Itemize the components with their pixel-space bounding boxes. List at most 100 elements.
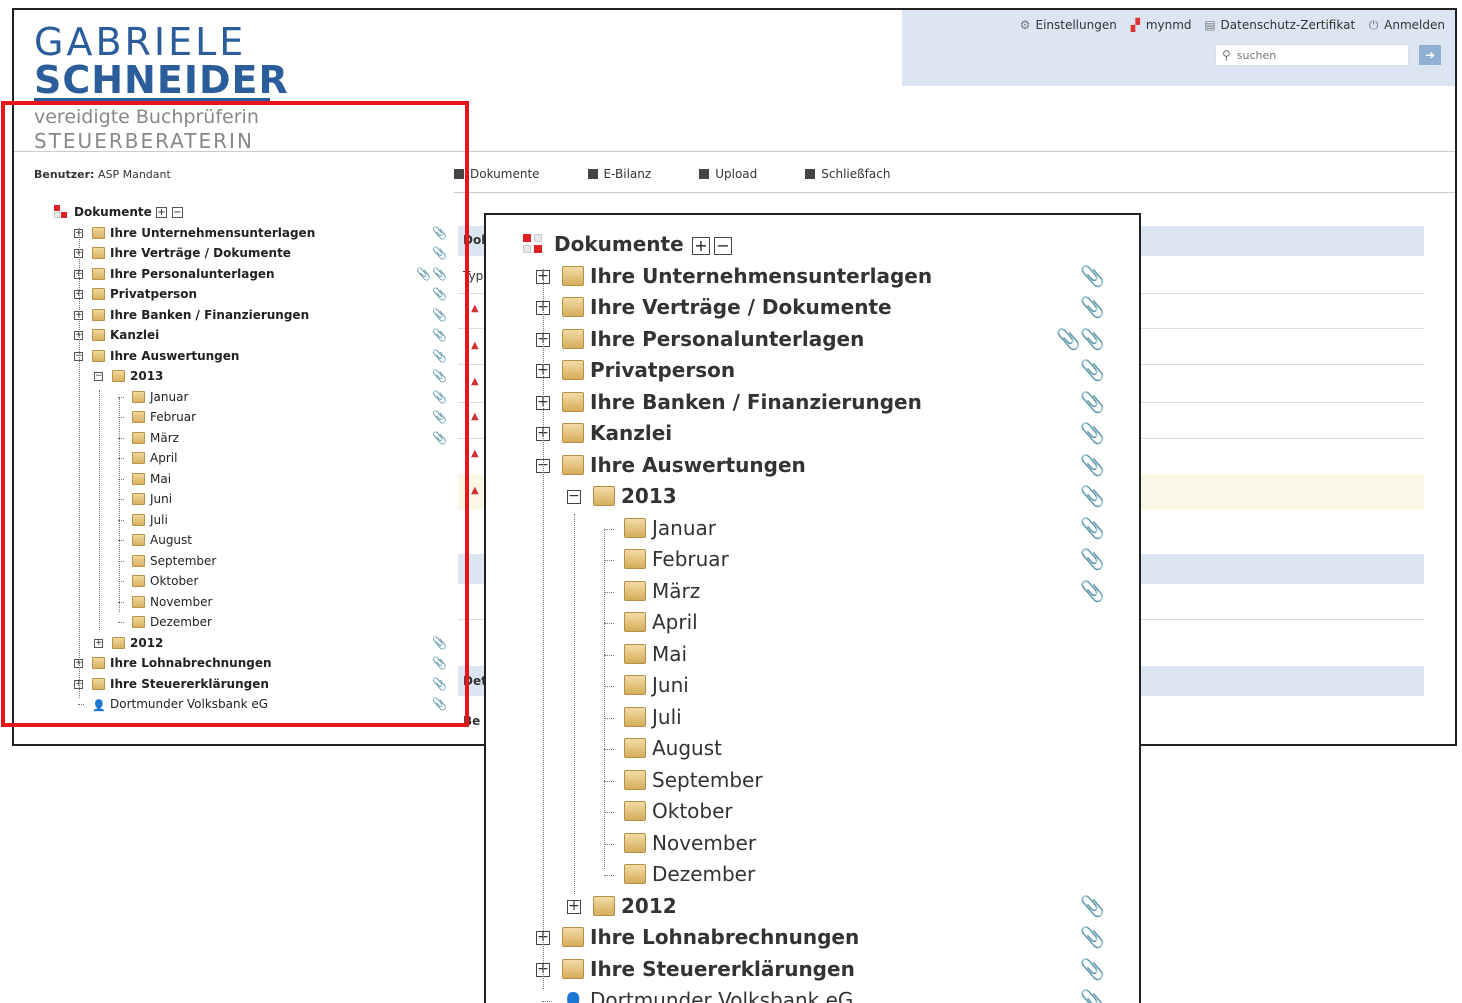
paperclip-icon[interactable]: 📎 [1080,481,1105,513]
paperclip-icon[interactable]: 📎 [1080,891,1105,923]
tree-item[interactable]: + Ihre Personalunterlagen 📎 📎 [50,264,450,285]
tree-item[interactable]: + Ihre Lohnabrechnungen 📎 [50,653,450,674]
tree-item[interactable]: + Ihre Banken / Finanzierungen 📎 [486,387,1139,419]
tab-schliessfach[interactable]: Schließfach [805,167,890,181]
tree-item[interactable]: +2012 📎 [50,633,450,654]
collapse-toggle[interactable]: − [567,489,581,504]
tree-item[interactable]: − Ihre Auswertungen 📎 [486,450,1139,482]
paperclip-icon[interactable]: 📎 [1080,261,1105,293]
tree-root[interactable]: Dokumente + − [50,202,450,223]
paperclip-icon[interactable]: 📎 [432,346,447,367]
tree-item[interactable]: Dezember [50,612,450,633]
tree-item[interactable]: April [50,448,450,469]
tree-item[interactable]: Februar 📎 [486,544,1139,576]
tree-item[interactable]: Juli [50,510,450,531]
expand-all-button[interactable]: + [692,236,710,255]
tree-item[interactable]: + Kanzlei 📎 [50,325,450,346]
paperclip-icon[interactable]: 📎 [432,305,447,326]
paperclip-icon[interactable]: 📎 [1080,324,1105,356]
expand-toggle[interactable]: + [567,899,581,914]
paperclip-icon[interactable]: 📎 [416,264,431,285]
login-link[interactable]: ⏻ Anmelden [1367,18,1445,32]
tree-item[interactable]: Juli [486,702,1139,734]
paperclip-icon[interactable]: 📎 [1080,450,1105,482]
expand-toggle[interactable]: + [94,638,103,648]
certificate-link[interactable]: ▤ Datenschutz-Zertifikat [1204,18,1355,32]
tree-item[interactable]: 👤 Dortmunder Volksbank eG 📎 [486,985,1139,1003]
tree-item[interactable]: + Privatperson 📎 [50,284,450,305]
mynmd-link[interactable]: ▞ mynmd [1129,18,1192,32]
paperclip-icon[interactable]: 📎 [432,264,447,285]
paperclip-icon[interactable]: 📎 [1080,954,1105,986]
tree-item[interactable]: Mai [486,639,1139,671]
tree-item[interactable]: November [50,592,450,613]
tree-item[interactable]: + Ihre Verträge / Dokumente 📎 [486,292,1139,324]
paperclip-icon[interactable]: 📎 [432,694,447,715]
tree-item[interactable]: Dezember [486,859,1139,891]
tree-item[interactable]: + Ihre Steuererklärungen 📎 [50,674,450,695]
tree-root[interactable]: Dokumente + − [486,229,1139,261]
tree-item[interactable]: − 2013 📎 [486,481,1139,513]
collapse-all-button[interactable]: − [714,236,732,255]
tree-item[interactable]: Juni [486,670,1139,702]
tree-item[interactable]: 👤 Dortmunder Volksbank eG 📎 [50,694,450,715]
tree-item[interactable]: Mai [50,469,450,490]
paperclip-icon[interactable]: 📎 [432,284,447,305]
tree-item[interactable]: − Ihre Auswertungen 📎 [50,346,450,367]
settings-link[interactable]: ⚙ Einstellungen [1018,18,1117,32]
tree-item[interactable]: + Privatperson 📎 [486,355,1139,387]
search-input[interactable] [1236,48,1397,62]
tree-item[interactable]: Oktober [486,796,1139,828]
tab-upload[interactable]: Upload [699,167,757,181]
tree-item[interactable]: Januar 📎 [50,387,450,408]
collapse-toggle[interactable]: − [94,372,103,381]
tree-item[interactable]: + Ihre Banken / Finanzierungen 📎 [50,305,450,326]
paperclip-icon[interactable]: 📎 [1080,387,1105,419]
tab-e-bilanz[interactable]: E-Bilanz [587,167,651,181]
tree-item[interactable]: März 📎 [50,428,450,449]
paperclip-icon[interactable]: 📎 [1080,513,1105,545]
paperclip-icon[interactable]: 📎 [1080,922,1105,954]
paperclip-icon[interactable]: 📎 [1080,544,1105,576]
paperclip-icon[interactable]: 📎 [432,325,447,346]
tree-item[interactable]: + Ihre Personalunterlagen 📎 📎 [486,324,1139,356]
tree-item[interactable]: + Ihre Lohnabrechnungen 📎 [486,922,1139,954]
paperclip-icon[interactable]: 📎 [432,387,447,408]
paperclip-icon[interactable]: 📎 [1056,324,1081,356]
tree-item[interactable]: November [486,828,1139,860]
expand-all-button[interactable]: + [156,207,167,218]
tree-item[interactable]: + Kanzlei 📎 [486,418,1139,450]
paperclip-icon[interactable]: 📎 [432,407,447,428]
tree-item[interactable]: Oktober [50,571,450,592]
collapse-all-button[interactable]: − [172,207,183,218]
paperclip-icon[interactable]: 📎 [1080,292,1105,324]
tree-item[interactable]: März 📎 [486,576,1139,608]
tree-item[interactable]: + Ihre Unternehmensunterlagen 📎 [486,261,1139,293]
paperclip-icon[interactable]: 📎 [432,223,447,244]
tree-item[interactable]: April [486,607,1139,639]
tree-item[interactable]: September [50,551,450,572]
paperclip-icon[interactable]: 📎 [432,428,447,449]
search-submit-button[interactable]: ➜ [1419,45,1441,65]
tree-item[interactable]: − 2013 📎 [50,366,450,387]
paperclip-icon[interactable]: 📎 [432,653,447,674]
tab-dokumente[interactable]: Dokumente [454,167,540,181]
paperclip-icon[interactable]: 📎 [432,243,447,264]
paperclip-icon[interactable]: 📎 [432,366,447,387]
paperclip-icon[interactable]: 📎 [1080,355,1105,387]
paperclip-icon[interactable]: 📎 [432,674,447,695]
tree-item[interactable]: August [486,733,1139,765]
paperclip-icon[interactable]: 📎 [1080,418,1105,450]
paperclip-icon[interactable]: 📎 [1080,576,1105,608]
tree-item[interactable]: +2012 📎 [486,891,1139,923]
tree-item[interactable]: Juni [50,489,450,510]
tree-item[interactable]: + Ihre Verträge / Dokumente 📎 [50,243,450,264]
tree-item[interactable]: + Ihre Steuererklärungen 📎 [486,954,1139,986]
tree-item[interactable]: + Ihre Unternehmensunterlagen 📎 [50,223,450,244]
tree-item[interactable]: Februar 📎 [50,407,450,428]
paperclip-icon[interactable]: 📎 [1080,985,1105,1003]
tree-item[interactable]: September [486,765,1139,797]
tree-item[interactable]: Januar 📎 [486,513,1139,545]
paperclip-icon[interactable]: 📎 [432,633,447,654]
tree-item[interactable]: August [50,530,450,551]
